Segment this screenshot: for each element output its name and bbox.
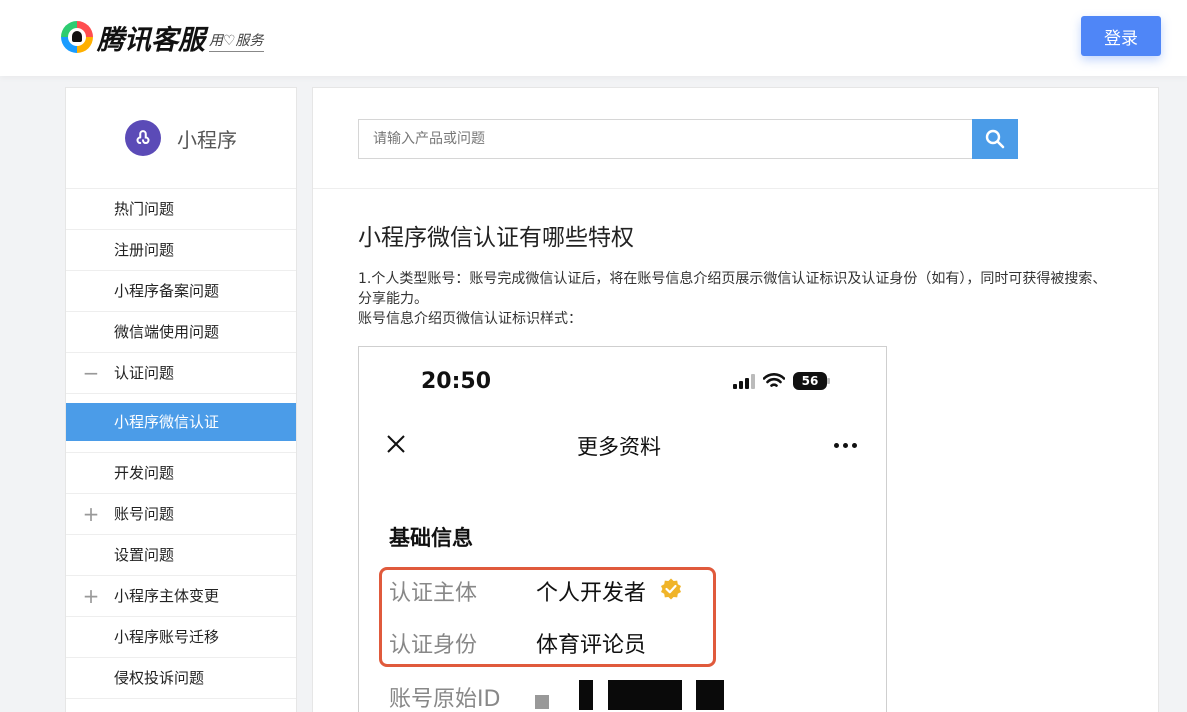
tencent-kefu-logo[interactable]: 腾讯客服 用♡服务 xyxy=(61,18,264,56)
logo-text: 腾讯客服 xyxy=(97,24,205,56)
phone-status-time: 20:50 xyxy=(421,369,492,394)
redaction-block xyxy=(696,680,724,710)
sidebar-item-label: 小程序账号迁移 xyxy=(114,628,220,646)
phone-row-label: 账号原始ID xyxy=(389,687,501,712)
sidebar-item-filing[interactable]: 小程序备案问题 xyxy=(66,271,296,312)
redaction-block xyxy=(535,695,549,709)
collapse-minus-icon[interactable]: − xyxy=(82,353,100,393)
phone-row-label: 认证身份 xyxy=(389,633,478,658)
search-button[interactable] xyxy=(972,119,1018,159)
search-input[interactable] xyxy=(358,119,973,159)
sidebar-item-label: 设置问题 xyxy=(114,546,175,564)
mini-program-icon xyxy=(125,120,161,156)
article-paragraph: 账号信息介绍页微信认证标识样式： xyxy=(358,311,582,327)
sidebar-product-title: 小程序 xyxy=(177,127,237,152)
sidebar: 小程序 热门问题 注册问题 小程序备案问题 微信端使用问题 − 认证问题 小程序… xyxy=(65,87,297,712)
sidebar-item-account-migration[interactable]: 小程序账号迁移 xyxy=(66,617,296,658)
article-title: 小程序微信认证有哪些特权 xyxy=(358,225,634,251)
search-icon xyxy=(985,129,1005,149)
top-header: 腾讯客服 用♡服务 登录 xyxy=(0,0,1187,76)
sidebar-item-hot[interactable]: 热门问题 xyxy=(66,189,296,230)
signal-icon xyxy=(733,373,755,389)
sidebar-item-label: 微信端使用问题 xyxy=(114,323,220,341)
phone-row-value: 个人开发者 xyxy=(536,581,647,606)
sidebar-item-infringement[interactable]: 侵权投诉问题 xyxy=(66,658,296,699)
expand-plus-icon[interactable]: + xyxy=(82,576,100,616)
sidebar-item-label: 开发问题 xyxy=(114,464,175,482)
phone-screenshot: 20:50 56 更多资料 基础信息 认证主体 个人开发者 认证身份 体育评论员… xyxy=(358,346,887,712)
logo-slogan: 用♡服务 xyxy=(209,30,264,52)
battery-icon: 56 xyxy=(793,372,830,390)
sidebar-item-register[interactable]: 注册问题 xyxy=(66,230,296,271)
article-body: 1.个人类型账号：账号完成微信认证后，将在账号信息介绍页展示微信认证标识及认证身… xyxy=(358,269,1118,329)
sidebar-item-verification[interactable]: − 认证问题 xyxy=(66,353,296,394)
sidebar-product-header: 小程序 xyxy=(66,88,296,189)
sidebar-item-label: 热门问题 xyxy=(114,200,175,218)
phone-section-title: 基础信息 xyxy=(389,526,473,550)
phone-row-label: 认证主体 xyxy=(389,581,478,606)
sidebar-item-label: 账号问题 xyxy=(114,505,175,523)
sidebar-item-label: 侵权投诉问题 xyxy=(114,669,205,687)
sidebar-submenu: 小程序微信认证 xyxy=(66,394,296,453)
phone-row-value: 体育评论员 xyxy=(536,633,647,658)
sidebar-item-dev[interactable]: 开发问题 xyxy=(66,453,296,494)
logo-mark-icon xyxy=(61,21,93,53)
search-bar xyxy=(313,88,1158,189)
redaction-block xyxy=(579,680,593,710)
sidebar-item-label: 认证问题 xyxy=(114,364,175,382)
sidebar-item-settings[interactable]: 设置问题 xyxy=(66,535,296,576)
more-options-icon[interactable] xyxy=(834,443,857,448)
mini-program-logo-icon xyxy=(136,130,150,145)
sidebar-item-label: 注册问题 xyxy=(114,241,175,259)
article-paragraph: 1.个人类型账号：账号完成微信认证后，将在账号信息介绍页展示微信认证标识及认证身… xyxy=(358,271,1107,307)
sidebar-item-label: 小程序备案问题 xyxy=(114,282,220,300)
sidebar-item-entity-change[interactable]: + 小程序主体变更 xyxy=(66,576,296,617)
login-button[interactable]: 登录 xyxy=(1081,16,1161,56)
phone-nav-title: 更多资料 xyxy=(577,435,661,459)
phone-status-icons: 56 xyxy=(733,372,830,390)
wifi-icon xyxy=(763,373,785,387)
verified-badge-icon xyxy=(661,578,681,600)
redaction-block xyxy=(608,680,682,710)
sidebar-item-label: 小程序微信认证 xyxy=(114,413,220,431)
expand-plus-icon[interactable]: + xyxy=(82,494,100,534)
sidebar-item-mp-wechat-verification[interactable]: 小程序微信认证 xyxy=(66,403,296,441)
sidebar-item-account[interactable]: + 账号问题 xyxy=(66,494,296,535)
sidebar-item-label: 小程序主体变更 xyxy=(114,587,220,605)
sidebar-item-wechat-usage[interactable]: 微信端使用问题 xyxy=(66,312,296,353)
main-content: 小程序微信认证有哪些特权 1.个人类型账号：账号完成微信认证后，将在账号信息介绍… xyxy=(312,87,1159,712)
